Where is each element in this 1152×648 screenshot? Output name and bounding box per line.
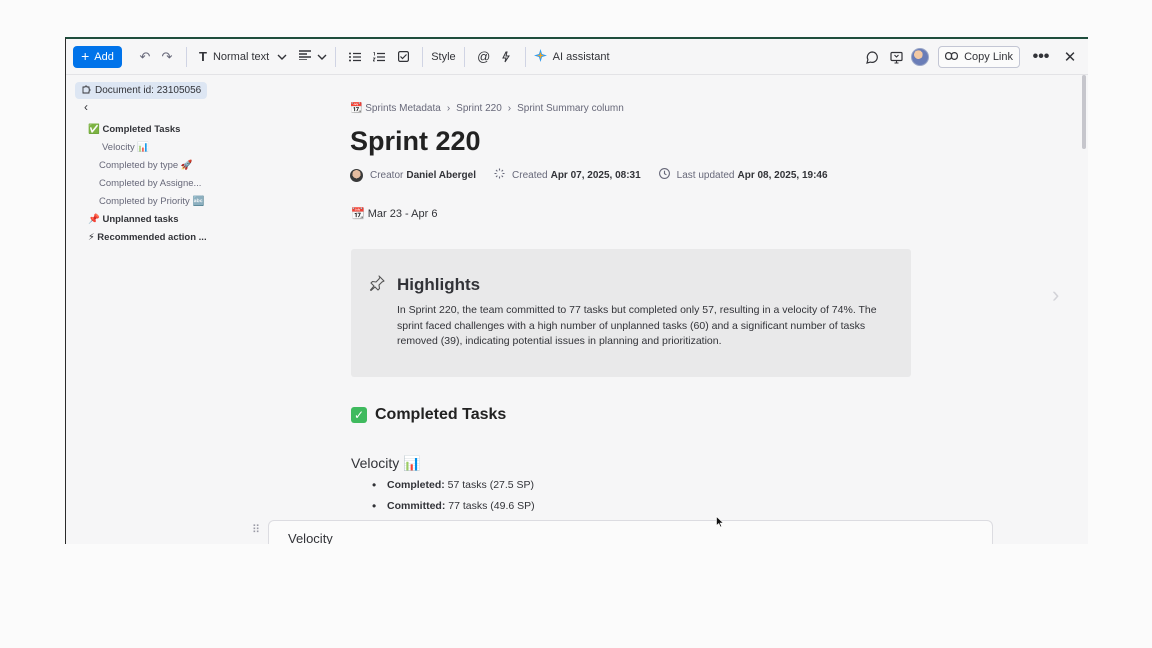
completed-tasks-heading[interactable]: ✓ Completed Tasks [351, 406, 506, 424]
highlights-title: Highlights [397, 275, 481, 294]
sprint-date-range[interactable]: 📆 Mar 23 - Apr 6 [351, 207, 437, 220]
velocity-widget-card[interactable]: Velocity [268, 520, 993, 544]
link-icon [945, 51, 959, 63]
mention-icon[interactable]: @ [473, 46, 495, 68]
document-window: + Add ↶ ↷ T Normal text Style @ AI assis… [65, 37, 1088, 544]
document-id-label: Document id: 23105056 [95, 85, 202, 96]
bullet-value: 77 tasks (49.6 SP) [448, 500, 535, 512]
ai-assistant-label: AI assistant [552, 50, 610, 63]
completed-tasks-label: Completed Tasks [375, 406, 507, 423]
drag-handle-icon[interactable]: ⠿ [252, 523, 260, 536]
toolbar-divider [463, 46, 465, 67]
highlights-callout[interactable]: Highlights In Sprint 220, the team commi… [351, 249, 911, 377]
toc-item[interactable]: ⚡ Recommended action ... [88, 232, 207, 243]
mouse-cursor-icon [716, 515, 725, 531]
creator-label: Creator [370, 169, 404, 181]
style-button[interactable]: Style [431, 51, 455, 63]
toc-item[interactable]: Velocity 📊 [102, 142, 149, 153]
breadcrumb: 📆 Sprints Metadata › Sprint 220 › Sprint… [350, 103, 624, 114]
toolbar-divider [524, 46, 526, 67]
text-type-icon: T [199, 49, 207, 64]
toc-item[interactable]: Completed by Priority 🔤 [99, 196, 204, 207]
add-button-label: Add [94, 50, 114, 63]
list-item[interactable]: Committed: 77 tasks (49.6 SP) [372, 499, 535, 513]
magic-icon[interactable] [495, 46, 517, 68]
present-icon[interactable] [885, 46, 907, 68]
chevron-right-icon: › [507, 103, 512, 114]
velocity-heading[interactable]: Velocity 📊 [351, 455, 421, 472]
document-id-badge[interactable]: Document id: 23105056 [75, 82, 208, 99]
bullet-label: Completed: [387, 479, 445, 491]
highlights-body: In Sprint 220, the team committed to 77 … [397, 304, 877, 347]
avatar[interactable] [911, 48, 930, 66]
list-item[interactable]: Completed: 57 tasks (27.5 SP) [372, 478, 535, 492]
comment-icon[interactable] [861, 46, 883, 68]
toc-item[interactable]: ✅ Completed Tasks [88, 124, 180, 135]
updated-label: Last updated [676, 169, 735, 181]
numbered-list-icon[interactable] [368, 46, 390, 68]
loading-icon [494, 168, 505, 182]
text-style-label: Normal text [212, 50, 270, 63]
creator-avatar [350, 168, 363, 182]
toolbar-divider [186, 46, 187, 67]
puzzle-icon [81, 84, 91, 97]
breadcrumb-item[interactable]: 📆 Sprints Metadata [350, 103, 441, 114]
page-title[interactable]: Sprint 220 [350, 126, 481, 157]
close-icon[interactable]: ✕ [1059, 46, 1081, 68]
breadcrumb-item[interactable]: Sprint Summary column [517, 103, 624, 114]
chevron-down-icon [317, 51, 327, 63]
velocity-card-title: Velocity [288, 531, 333, 544]
updated-value: Apr 08, 2025, 19:46 [737, 169, 828, 181]
checkmark-icon: ✓ [351, 407, 367, 423]
toc-item[interactable]: 📌 Unplanned tasks [88, 214, 179, 225]
created-label: Created [512, 169, 548, 181]
ai-assistant-button[interactable]: AI assistant [533, 48, 610, 65]
toc-item[interactable]: Completed by type 🚀 [99, 160, 193, 171]
toc-item[interactable]: Completed by Assigne... [99, 178, 201, 189]
bullet-list-icon[interactable] [344, 46, 366, 68]
vertical-scrollbar[interactable] [1082, 75, 1086, 149]
undo-icon[interactable]: ↶ [134, 46, 156, 68]
clock-icon [658, 168, 670, 182]
chevron-right-icon: › [446, 103, 451, 114]
editor-toolbar: + Add ↶ ↷ T Normal text Style @ AI assis… [66, 39, 1088, 75]
pin-icon [369, 275, 385, 295]
redo-icon[interactable]: ↷ [156, 46, 178, 68]
text-style-dropdown[interactable]: T Normal text [195, 46, 289, 68]
copy-link-label: Copy Link [964, 51, 1013, 63]
bullet-value: 57 tasks (27.5 SP) [447, 479, 535, 491]
align-left-icon [299, 50, 312, 63]
plus-icon: + [81, 48, 90, 64]
creator-name[interactable]: Daniel Abergel [406, 170, 476, 181]
collapse-sidebar-icon[interactable]: ‹ [84, 100, 88, 114]
chevron-right-icon[interactable]: › [1052, 282, 1059, 308]
toolbar-divider [422, 46, 424, 67]
sparkle-icon [533, 48, 547, 65]
add-button[interactable]: + Add [73, 45, 122, 68]
created-value: Apr 07, 2025, 08:31 [550, 169, 641, 181]
checklist-icon[interactable] [392, 46, 414, 68]
more-options-icon[interactable]: ••• [1030, 46, 1052, 68]
chevron-down-icon [275, 46, 289, 68]
document-meta: Creator Daniel Abergel Created Apr 07, 2… [350, 168, 828, 182]
copy-link-button[interactable]: Copy Link [938, 46, 1020, 68]
toolbar-divider [335, 46, 337, 67]
breadcrumb-item[interactable]: Sprint 220 [456, 103, 502, 114]
bullet-label: Committed: [387, 500, 446, 512]
toolbar-right-group: Copy Link ••• ✕ [861, 39, 1088, 75]
align-dropdown[interactable] [299, 50, 327, 63]
